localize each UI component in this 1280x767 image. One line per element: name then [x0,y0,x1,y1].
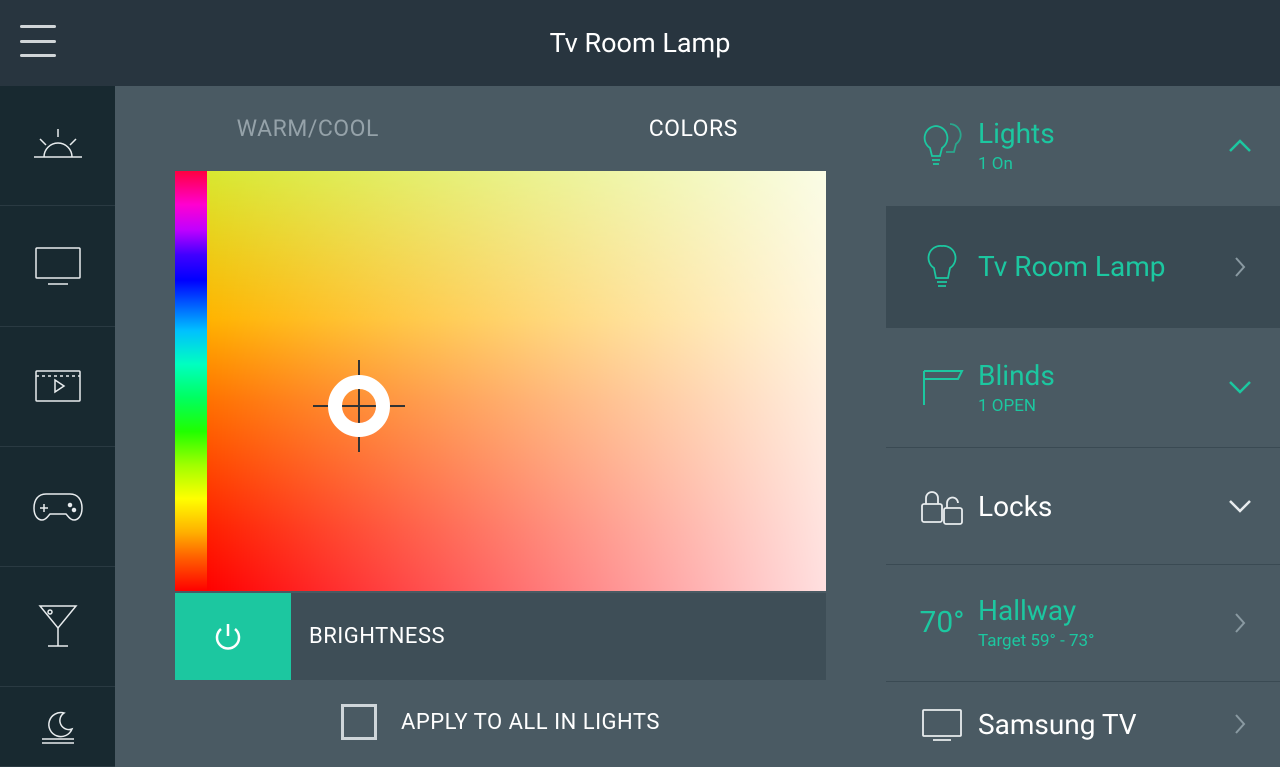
group-blinds-title: Blinds [978,359,1226,392]
scene-tv[interactable] [0,206,115,326]
scene-sidebar [0,86,115,767]
group-blinds[interactable]: Blinds 1 OPEN [886,328,1280,449]
hue-slider[interactable] [175,171,207,591]
saturation-picker[interactable] [207,171,826,591]
scene-sunrise[interactable] [0,86,115,206]
apply-all-checkbox[interactable] [341,704,377,740]
device-hallway-thermostat[interactable]: 70° Hallway Target 59° - 73° [886,565,1280,682]
power-icon [211,620,245,654]
brightness-row: BRIGHTNESS [175,593,826,680]
color-mode-tabs: WARM/COOL COLORS [115,86,886,171]
scene-night[interactable] [0,687,115,767]
device-sidebar: Lights 1 On Tv Room Lamp [886,86,1280,767]
monitor-icon [32,244,84,288]
tv-icon [906,706,978,742]
hallway-temp: 70° [906,605,978,640]
scene-game[interactable] [0,447,115,567]
cocktail-icon [36,602,80,652]
brightness-slider[interactable]: BRIGHTNESS [281,593,826,680]
blinds-icon [906,365,978,409]
menu-icon[interactable] [20,25,56,57]
crosshair-h [313,405,405,407]
chevron-right-icon [1226,256,1254,278]
device-samsung-tv[interactable]: Samsung TV [886,682,1280,767]
color-picker-area [175,171,826,591]
brightness-label: BRIGHTNESS [309,624,445,649]
device-tv-room-lamp[interactable]: Tv Room Lamp [886,207,1280,328]
group-locks[interactable]: Locks [886,448,1280,565]
group-lights-sub: 1 On [978,154,1226,174]
bulb-icon [906,242,978,292]
scene-movie[interactable] [0,327,115,447]
gamepad-icon [30,490,86,524]
main-panel: WARM/COOL COLORS BRIGHTNESS A [115,86,886,767]
brightness-fill [281,593,291,680]
scene-party[interactable] [0,567,115,687]
moon-icon [36,709,80,745]
tab-colors[interactable]: COLORS [501,115,887,142]
movie-icon [32,367,84,405]
apply-all-label: APPLY TO ALL IN LIGHTS [401,710,660,735]
hallway-title: Hallway [978,594,1226,627]
sunrise-icon [32,127,84,165]
hallway-sub: Target 59° - 73° [978,631,1226,651]
color-cursor [328,375,390,437]
chevron-up-icon [1226,139,1254,153]
group-blinds-sub: 1 OPEN [978,396,1226,416]
power-button[interactable] [175,593,281,680]
group-locks-title: Locks [978,490,1226,523]
chevron-down-icon [1226,499,1254,513]
chevron-right-icon [1226,612,1254,634]
tab-warm-cool[interactable]: WARM/COOL [115,115,501,142]
apply-row: APPLY TO ALL IN LIGHTS [115,680,886,764]
page-title: Tv Room Lamp [550,27,731,59]
crosshair-v [358,360,360,452]
locks-icon [906,484,978,528]
device-lamp-title: Tv Room Lamp [978,250,1226,283]
chevron-right-icon [1226,713,1254,735]
header: Tv Room Lamp [0,0,1280,86]
chevron-down-icon [1226,380,1254,394]
lights-icon [906,120,978,172]
group-lights[interactable]: Lights 1 On [886,86,1280,207]
tv-title: Samsung TV [978,708,1226,741]
group-lights-title: Lights [978,117,1226,150]
